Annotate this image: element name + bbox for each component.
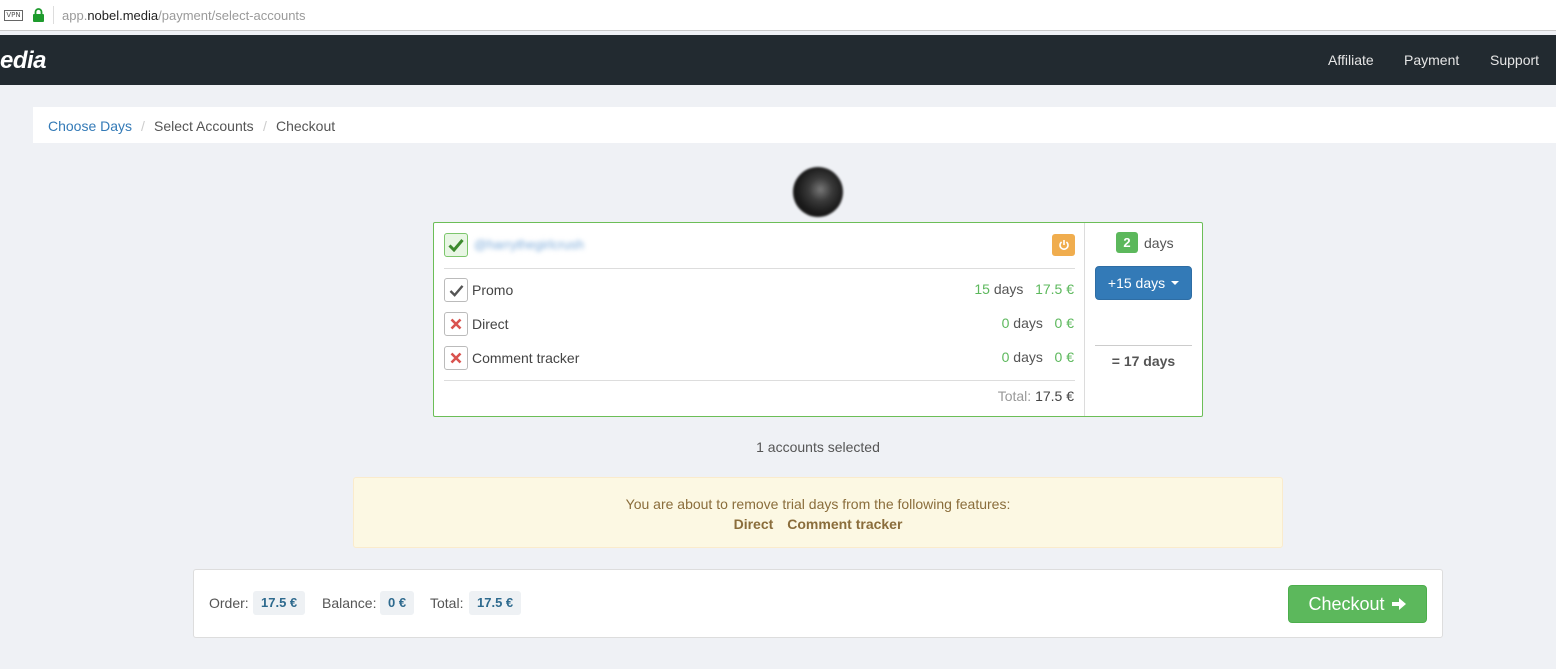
total-label: Total: bbox=[430, 595, 464, 611]
arrow-right-icon bbox=[1391, 598, 1406, 610]
feature-comment-tracker-values: 0 days 0 € bbox=[1001, 349, 1074, 365]
power-button[interactable] bbox=[1052, 234, 1075, 256]
trial-days-badge: 2 bbox=[1116, 232, 1138, 253]
balance-label: Balance: bbox=[322, 595, 377, 611]
feature-direct-values: 0 days 0 € bbox=[1001, 315, 1074, 331]
breadcrumb-separator: / bbox=[263, 118, 267, 134]
result-days: = 17 days bbox=[1111, 353, 1176, 369]
account-checkbox[interactable] bbox=[444, 233, 468, 257]
cross-icon bbox=[450, 352, 462, 364]
feature-direct-label: Direct bbox=[472, 316, 509, 332]
total-value: 17.5 € bbox=[469, 591, 522, 615]
account-total: Total: 17.5 € bbox=[997, 388, 1074, 404]
warning-alert: You are about to remove trial days from … bbox=[353, 477, 1283, 548]
order-summary: Order: 17.5 € Balance: 0 € Total: 17.5 €… bbox=[193, 569, 1443, 638]
order-value: 17.5 € bbox=[253, 591, 306, 615]
url-input[interactable]: app.nobel.media/payment/select-accounts bbox=[62, 8, 306, 23]
warning-feature-list: Direct Comment tracker bbox=[354, 516, 1282, 532]
feature-comment-tracker-label: Comment tracker bbox=[472, 350, 580, 366]
caret-down-icon bbox=[1171, 281, 1180, 285]
trial-days-label: days bbox=[1144, 235, 1174, 251]
brand-logo[interactable]: edia bbox=[0, 47, 47, 75]
browser-address-bar: VPN app.nobel.media/payment/select-accou… bbox=[0, 0, 1556, 31]
cross-icon bbox=[450, 318, 462, 330]
direct-checkbox[interactable] bbox=[444, 312, 468, 336]
comment-tracker-checkbox[interactable] bbox=[444, 346, 468, 370]
nav-support[interactable]: Support bbox=[1490, 52, 1539, 68]
divider bbox=[444, 380, 1075, 381]
account-handle: @harrythegirlcrush bbox=[474, 237, 585, 252]
breadcrumb-checkout: Checkout bbox=[276, 118, 336, 134]
warning-feature-comment-tracker: Comment tracker bbox=[787, 516, 903, 532]
account-avatar bbox=[793, 167, 843, 217]
feature-promo-values: 15 days 17.5 € bbox=[974, 281, 1074, 297]
warning-feature-direct: Direct bbox=[733, 516, 774, 532]
address-divider bbox=[53, 6, 54, 24]
accounts-selected-count: 1 accounts selected bbox=[756, 439, 880, 455]
promo-checkbox[interactable] bbox=[444, 278, 468, 302]
order-label: Order: bbox=[209, 595, 249, 611]
breadcrumb-choose-days[interactable]: Choose Days bbox=[48, 118, 132, 134]
divider bbox=[1095, 345, 1192, 346]
power-icon bbox=[1058, 240, 1069, 250]
breadcrumb: Choose Days / Select Accounts / Checkout bbox=[33, 107, 1556, 143]
nav-payment[interactable]: Payment bbox=[1404, 52, 1459, 68]
checkout-button[interactable]: Checkout bbox=[1288, 585, 1427, 623]
balance-value: 0 € bbox=[380, 591, 415, 615]
add-days-label: +15 days bbox=[1107, 275, 1166, 291]
vpn-icon[interactable]: VPN bbox=[4, 10, 23, 21]
top-navbar: edia Affiliate Payment Support bbox=[0, 35, 1556, 85]
check-icon bbox=[448, 239, 464, 252]
breadcrumb-select-accounts: Select Accounts bbox=[154, 118, 254, 134]
add-days-dropdown-button[interactable]: +15 days bbox=[1095, 266, 1192, 300]
account-card: @harrythegirlcrush Promo 15 days 17.5 € … bbox=[433, 222, 1203, 417]
nav-affiliate[interactable]: Affiliate bbox=[1328, 52, 1374, 68]
checkout-label: Checkout bbox=[1308, 593, 1385, 614]
divider bbox=[444, 268, 1075, 269]
breadcrumb-separator: / bbox=[141, 118, 145, 134]
lock-icon bbox=[33, 8, 44, 22]
check-icon bbox=[449, 284, 463, 297]
warning-message: You are about to remove trial days from … bbox=[625, 496, 1011, 512]
feature-promo-label: Promo bbox=[472, 282, 514, 298]
card-column-divider bbox=[1084, 223, 1085, 416]
